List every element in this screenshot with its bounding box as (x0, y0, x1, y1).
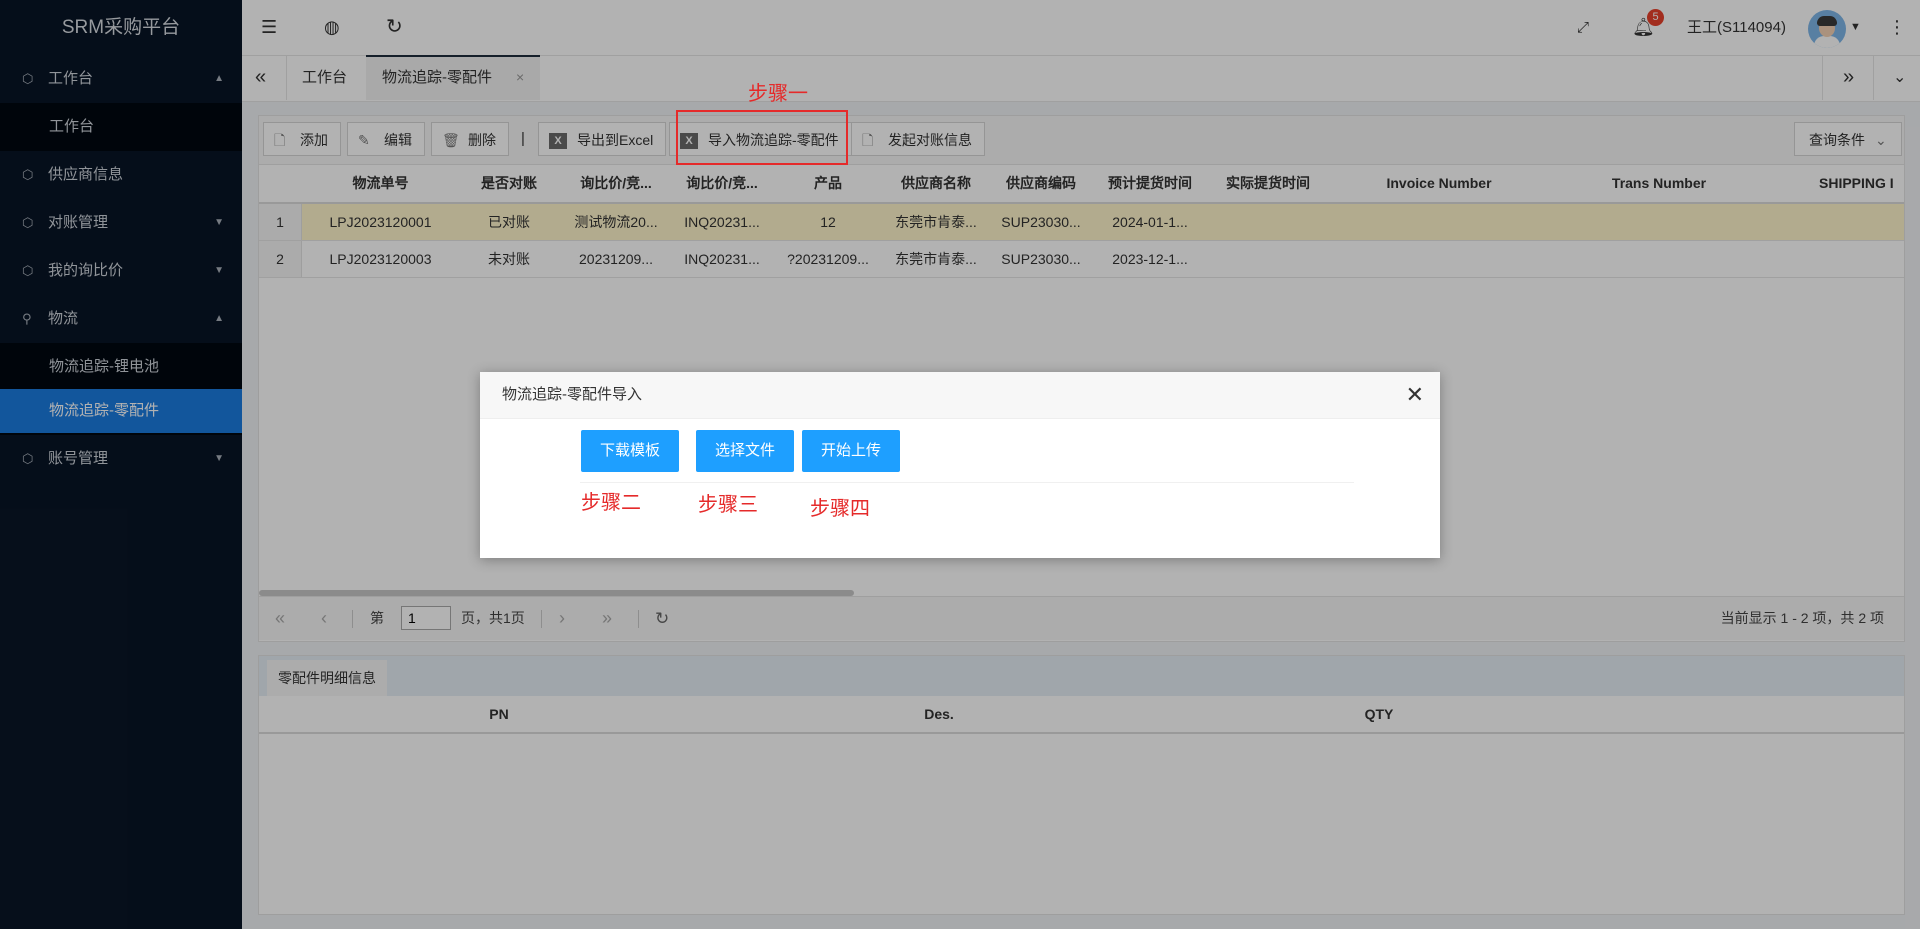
dialog-title: 物流追踪-零配件导入 (480, 372, 1440, 419)
choose-file-button[interactable]: 选择文件 (696, 430, 795, 472)
annotation-step3: 步骤三 (698, 494, 758, 516)
import-dialog: 物流追踪-零配件导入 ✕ 下载模板 选择文件 开始上传 步骤二 步骤三 步骤四 (480, 372, 1440, 558)
start-upload-button[interactable]: 开始上传 (802, 430, 901, 472)
annotation-highlight-box (676, 110, 848, 165)
annotation-step1: 步骤一 (748, 83, 808, 105)
close-icon[interactable]: ✕ (1406, 372, 1424, 418)
annotation-step2: 步骤二 (581, 492, 641, 514)
annotation-step4: 步骤四 (810, 498, 870, 520)
download-template-button[interactable]: 下载模板 (581, 430, 680, 472)
